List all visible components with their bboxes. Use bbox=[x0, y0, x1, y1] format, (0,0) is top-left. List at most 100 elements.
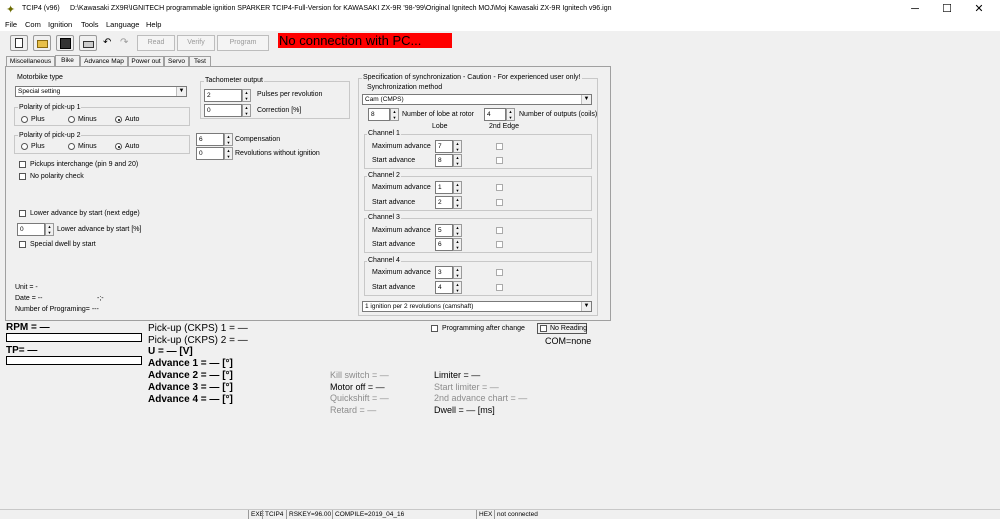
channel3-max-input[interactable]: 5 bbox=[435, 224, 453, 237]
program-button[interactable]: Program bbox=[217, 35, 269, 51]
new-file-icon bbox=[15, 38, 23, 48]
save-icon bbox=[60, 38, 71, 49]
channel4-start-stepper[interactable]: ▲ ▼ bbox=[453, 281, 462, 294]
channel2-max-input[interactable]: 1 bbox=[435, 181, 453, 194]
channel3-label: Channel 3 bbox=[367, 214, 401, 221]
revolutions-input[interactable]: 0 bbox=[196, 147, 224, 160]
motorbike-type-select[interactable]: Special setting ▼ bbox=[15, 86, 187, 97]
channel3-max-stepper[interactable]: ▲ ▼ bbox=[453, 224, 462, 237]
rpm-readout: RPM = — bbox=[6, 322, 50, 333]
correction-stepper[interactable]: ▲ ▼ bbox=[242, 104, 251, 117]
channel1-max-input[interactable]: 7 bbox=[435, 140, 453, 153]
channel1-max-label: Maximum advance bbox=[372, 143, 431, 150]
channel3-start-input[interactable]: 6 bbox=[435, 238, 453, 251]
polarity2-minus-label: Minus bbox=[78, 143, 97, 150]
no-reading-checkbox[interactable] bbox=[540, 325, 547, 332]
compensation-input[interactable]: 6 bbox=[196, 133, 224, 146]
pulses-label: Pulses per revolution bbox=[257, 91, 323, 98]
channel4-max-input[interactable]: 3 bbox=[435, 266, 453, 279]
start-limiter-readout: Start limiter = — bbox=[434, 382, 499, 392]
menu-file[interactable]: File bbox=[5, 20, 17, 29]
channel4-max-2nd-edge-checkbox[interactable] bbox=[496, 269, 503, 276]
voltage-readout: U = — [V] bbox=[148, 346, 193, 357]
read-button[interactable]: Read bbox=[137, 35, 175, 51]
polarity1-plus-radio[interactable] bbox=[21, 116, 28, 123]
channel1-start-stepper[interactable]: ▲ ▼ bbox=[453, 154, 462, 167]
lobes-stepper[interactable]: ▲ ▼ bbox=[390, 108, 399, 121]
channel3-start-2nd-edge-checkbox[interactable] bbox=[496, 241, 503, 248]
limiter-readout: Limiter = — bbox=[434, 370, 481, 380]
minimize-button[interactable]: ─ bbox=[900, 0, 930, 18]
outputs-input[interactable]: 4 bbox=[484, 108, 506, 121]
chevron-down-icon: ▼ bbox=[176, 87, 186, 96]
menu-bar: File Com Ignition Tools Language Help bbox=[0, 18, 1000, 31]
polarity1-minus-radio[interactable] bbox=[68, 116, 75, 123]
advance3-readout: Advance 3 = — [°] bbox=[148, 382, 233, 393]
unit-readout: Unit = - bbox=[15, 284, 38, 291]
lobes-input[interactable]: 8 bbox=[368, 108, 390, 121]
ignition-mode-select[interactable]: 1 ignition per 2 revolutions (camshaft) ▼ bbox=[362, 301, 592, 312]
print-button[interactable] bbox=[79, 35, 97, 51]
channel2-max-label: Maximum advance bbox=[372, 184, 431, 191]
close-button[interactable]: ✕ bbox=[964, 0, 994, 18]
polarity2-auto-radio[interactable] bbox=[115, 143, 122, 150]
print-icon bbox=[83, 41, 94, 48]
pulses-input[interactable]: 2 bbox=[204, 89, 242, 102]
pickups-interchange-checkbox[interactable] bbox=[19, 161, 26, 168]
compensation-stepper[interactable]: ▲ ▼ bbox=[224, 133, 233, 146]
channel4-max-stepper[interactable]: ▲ ▼ bbox=[453, 266, 462, 279]
channel2-start-stepper[interactable]: ▲ ▼ bbox=[453, 196, 462, 209]
menu-com[interactable]: Com bbox=[25, 20, 41, 29]
second-advance-chart-readout: 2nd advance chart = — bbox=[434, 393, 528, 403]
new-file-button[interactable] bbox=[10, 35, 28, 51]
channel1-label: Channel 1 bbox=[367, 130, 401, 137]
sync-method-label: Synchronization method bbox=[367, 84, 443, 91]
motorbike-type-value: Special setting bbox=[18, 88, 61, 95]
channel1-max-stepper[interactable]: ▲ ▼ bbox=[453, 140, 462, 153]
save-button[interactable] bbox=[56, 35, 74, 51]
channel4-start-input[interactable]: 4 bbox=[435, 281, 453, 294]
date-right-readout: -;- bbox=[97, 295, 104, 302]
channel1-max-2nd-edge-checkbox[interactable] bbox=[496, 143, 503, 150]
tp-bar bbox=[6, 356, 142, 365]
revolutions-stepper[interactable]: ▲ ▼ bbox=[224, 147, 233, 160]
outputs-stepper[interactable]: ▲ ▼ bbox=[506, 108, 515, 121]
channel3-max-2nd-edge-checkbox[interactable] bbox=[496, 227, 503, 234]
menu-language[interactable]: Language bbox=[106, 20, 139, 29]
folder-icon bbox=[37, 40, 48, 48]
channel1-start-2nd-edge-checkbox[interactable] bbox=[496, 157, 503, 164]
polarity2-plus-radio[interactable] bbox=[21, 143, 28, 150]
verify-button[interactable]: Verify bbox=[177, 35, 215, 51]
undo-icon[interactable]: ↶ bbox=[103, 37, 111, 48]
channel2-start-input[interactable]: 2 bbox=[435, 196, 453, 209]
menu-help[interactable]: Help bbox=[146, 20, 161, 29]
open-file-button[interactable] bbox=[33, 35, 51, 51]
app-title: TCIP4 (v96) bbox=[22, 5, 60, 12]
polarity2-minus-radio[interactable] bbox=[68, 143, 75, 150]
pulses-stepper[interactable]: ▲ ▼ bbox=[242, 89, 251, 102]
polarity2-auto-label: Auto bbox=[125, 143, 140, 150]
channel4-start-2nd-edge-checkbox[interactable] bbox=[496, 284, 503, 291]
channel3-start-label: Start advance bbox=[372, 241, 416, 248]
correction-label: Correction [%] bbox=[257, 107, 302, 114]
menu-ignition[interactable]: Ignition bbox=[48, 20, 72, 29]
maximize-button[interactable]: ☐ bbox=[932, 0, 962, 18]
special-dwell-checkbox[interactable] bbox=[19, 241, 26, 248]
lower-advance-edge-checkbox[interactable] bbox=[19, 210, 26, 217]
channel3-start-stepper[interactable]: ▲ ▼ bbox=[453, 238, 462, 251]
lower-advance-stepper[interactable]: ▲ ▼ bbox=[45, 223, 54, 236]
lower-advance-input[interactable]: 0 bbox=[17, 223, 45, 236]
programming-after-change-checkbox[interactable] bbox=[431, 325, 438, 332]
polarity1-auto-radio[interactable] bbox=[115, 116, 122, 123]
correction-input[interactable]: 0 bbox=[204, 104, 242, 117]
channel2-max-2nd-edge-checkbox[interactable] bbox=[496, 184, 503, 191]
redo-icon[interactable]: ↷ bbox=[120, 37, 128, 48]
channel4-max-label: Maximum advance bbox=[372, 269, 431, 276]
no-polarity-check-checkbox[interactable] bbox=[19, 173, 26, 180]
channel1-start-input[interactable]: 8 bbox=[435, 154, 453, 167]
sync-method-select[interactable]: Cam (CMPS) ▼ bbox=[362, 94, 592, 105]
channel2-start-2nd-edge-checkbox[interactable] bbox=[496, 199, 503, 206]
chevron-down-icon: ▼ bbox=[581, 95, 591, 104]
menu-tools[interactable]: Tools bbox=[81, 20, 99, 29]
channel2-max-stepper[interactable]: ▲ ▼ bbox=[453, 181, 462, 194]
